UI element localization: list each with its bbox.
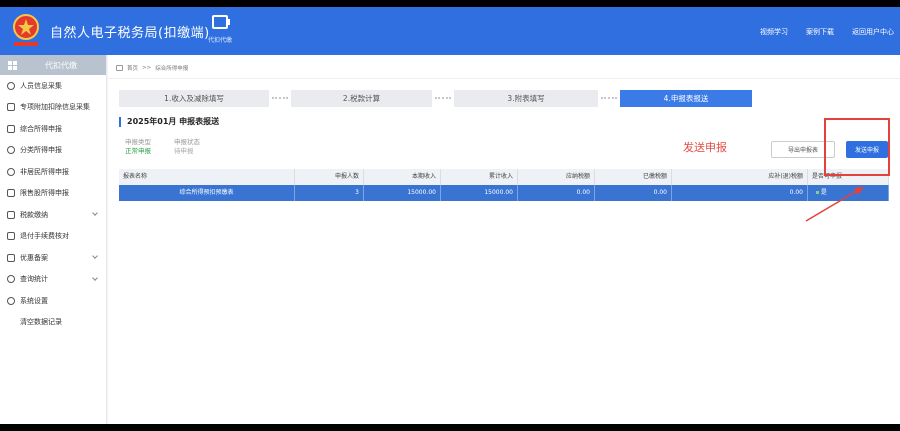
table-header-row: 报表名称 申报人数 本期收入 累计收入 应纳税额 已缴税额 应补(退)税额 是否… xyxy=(119,169,889,185)
sidebar-item-special-deduction[interactable]: 专项附加扣除信息采集 xyxy=(0,97,106,119)
cell-tax-paid: 0.00 xyxy=(595,185,672,201)
sidebar: 代扣代缴 人员信息采集 专项附加扣除信息采集 综合所得申报 分类所得申报 非居民… xyxy=(0,55,107,424)
wallet-icon xyxy=(212,15,230,29)
watermark: 大数暗境 xyxy=(8,400,98,421)
sidebar-item-label: 优惠备案 xyxy=(20,253,48,262)
sidebar-header: 代扣代缴 xyxy=(0,55,106,75)
chart-icon xyxy=(7,189,15,198)
cell-current-income: 15000.00 xyxy=(364,185,441,201)
home-icon xyxy=(116,65,123,71)
doc-icon xyxy=(7,253,15,262)
sidebar-item-query-stats[interactable]: 查询统计 xyxy=(0,269,106,291)
person-icon xyxy=(7,167,15,176)
case-download-link[interactable]: 案例下载 xyxy=(806,27,834,37)
grid-icon xyxy=(7,103,15,112)
doc-icon xyxy=(7,124,15,133)
clock-icon xyxy=(7,146,15,155)
cell-cumulative-income: 15000.00 xyxy=(441,185,518,201)
tax-emblem-icon xyxy=(13,14,39,46)
watermark-text: 大数暗境 xyxy=(38,402,99,420)
main-panel: 首页 >> 综合所得申报 1.收入及减除填写 2.税款计算 3.附表填写 4.申… xyxy=(108,55,900,424)
sidebar-item-label: 清空数据记录 xyxy=(20,318,62,327)
col-person-count: 申报人数 xyxy=(295,169,364,185)
step-connector xyxy=(272,97,288,99)
cell-tax-refund: 0.00 xyxy=(672,185,808,201)
declare-type: 申报类型 正常申报 xyxy=(125,138,151,156)
top-header: 自然人电子税务局(扣缴端) 代扣代缴 视频学习 案例下载 返回用户中心 xyxy=(0,7,900,55)
chevron-down-icon xyxy=(92,274,98,281)
col-cumulative-income: 累计收入 xyxy=(441,169,518,185)
cell-tax-payable: 0.00 xyxy=(518,185,595,201)
step-income-deduction[interactable]: 1.收入及减除填写 xyxy=(119,90,269,107)
sidebar-item-classified-income[interactable]: 分类所得申报 xyxy=(0,140,106,162)
sidebar-item-preference-filing[interactable]: 优惠备案 xyxy=(0,247,106,269)
doc-icon xyxy=(7,232,15,241)
col-tax-paid: 已缴税额 xyxy=(595,169,672,185)
folder-icon xyxy=(7,210,15,219)
sidebar-item-clear-data[interactable]: 清空数据记录 xyxy=(0,312,106,334)
sidebar-title: 代扣代缴 xyxy=(45,60,77,70)
gear-icon xyxy=(7,296,15,305)
sidebar-item-label: 退付手续费核对 xyxy=(20,232,69,241)
sidebar-item-system-settings[interactable]: 系统设置 xyxy=(0,290,106,312)
person-icon xyxy=(7,81,15,90)
breadcrumb: 首页 >> 综合所得申报 xyxy=(116,64,188,72)
declare-status: 申报状态 待申报 xyxy=(174,138,200,156)
video-learning-link[interactable]: 视频学习 xyxy=(760,27,788,37)
col-tax-payable: 应纳税额 xyxy=(518,169,595,185)
cell-person-count: 3 xyxy=(295,185,364,201)
search-icon xyxy=(7,275,15,284)
app-title: 自然人电子税务局(扣缴端) xyxy=(50,26,210,41)
cell-report-name: 综合所得预扣预缴表 xyxy=(119,185,295,201)
sidebar-item-label: 查询统计 xyxy=(20,275,48,284)
sidebar-item-person-info[interactable]: 人员信息采集 xyxy=(0,75,106,97)
step-bar: 1.收入及减除填写 2.税款计算 3.附表填写 4.申报表报送 xyxy=(119,90,889,107)
sidebar-item-restricted-stock[interactable]: 限售股所得申报 xyxy=(0,183,106,205)
sidebar-item-label: 系统设置 xyxy=(20,296,48,305)
step-attach-fill[interactable]: 3.附表填写 xyxy=(454,90,598,107)
header-links: 视频学习 案例下载 返回用户中心 xyxy=(760,27,894,37)
step-tax-calc[interactable]: 2.税款计算 xyxy=(291,90,432,107)
watermark-logo-icon xyxy=(9,402,34,419)
app-window: 自然人电子税务局(扣缴端) 代扣代缴 视频学习 案例下载 返回用户中心 代扣代缴… xyxy=(0,7,900,424)
annotation-arrow-icon xyxy=(805,187,864,222)
declare-status-value: 待申报 xyxy=(174,147,194,155)
section-title: 2025年01月 申报表报送 xyxy=(119,117,219,127)
sidebar-item-label: 综合所得申报 xyxy=(20,124,62,133)
sidebar-item-label: 非居民所得申报 xyxy=(20,167,69,176)
sidebar-item-label: 分类所得申报 xyxy=(20,146,62,155)
step-connector xyxy=(435,97,451,99)
step-submit-report[interactable]: 4.申报表报送 xyxy=(620,90,752,107)
col-report-name: 报表名称 xyxy=(119,169,295,185)
declare-status-key: 申报状态 xyxy=(174,138,200,146)
sidebar-item-fee-refund[interactable]: 退付手续费核对 xyxy=(0,226,106,248)
breadcrumb-home[interactable]: 首页 xyxy=(127,64,138,72)
grid-icon xyxy=(8,60,17,70)
sidebar-item-label: 税款缴纳 xyxy=(20,210,48,219)
declare-type-key: 申报类型 xyxy=(125,138,151,146)
sidebar-item-tax-payment[interactable]: 税款缴纳 xyxy=(0,204,106,226)
breadcrumb-divider xyxy=(108,78,900,79)
declare-type-value: 正常申报 xyxy=(125,147,151,155)
report-table: 报表名称 申报人数 本期收入 累计收入 应纳税额 已缴税额 应补(退)税额 是否… xyxy=(119,169,889,201)
screen-frame: 自然人电子税务局(扣缴端) 代扣代缴 视频学习 案例下载 返回用户中心 代扣代缴… xyxy=(0,0,900,431)
sidebar-item-label: 限售股所得申报 xyxy=(20,189,69,198)
chevron-down-icon xyxy=(92,210,98,216)
col-tax-refund: 应补(退)税额 xyxy=(672,169,808,185)
back-user-center-link[interactable]: 返回用户中心 xyxy=(852,27,894,37)
step-connector xyxy=(601,97,617,99)
breadcrumb-separator: >> xyxy=(142,65,152,71)
sidebar-item-nonresident-income[interactable]: 非居民所得申报 xyxy=(0,161,106,183)
table-row[interactable]: 综合所得预扣预缴表 3 15000.00 15000.00 0.00 0.00 … xyxy=(119,185,889,201)
withholding-tool-button[interactable]: 代扣代缴 xyxy=(202,15,238,44)
withholding-tool-label: 代扣代缴 xyxy=(207,37,232,44)
sidebar-item-label: 专项附加扣除信息采集 xyxy=(20,103,90,112)
annotation-label: 发送申报 xyxy=(683,141,727,154)
breadcrumb-current: 综合所得申报 xyxy=(155,66,189,72)
sidebar-item-label: 人员信息采集 xyxy=(20,81,62,90)
sidebar-item-comprehensive-income[interactable]: 综合所得申报 xyxy=(0,118,106,140)
col-current-income: 本期收入 xyxy=(364,169,441,185)
chevron-down-icon xyxy=(92,253,98,259)
